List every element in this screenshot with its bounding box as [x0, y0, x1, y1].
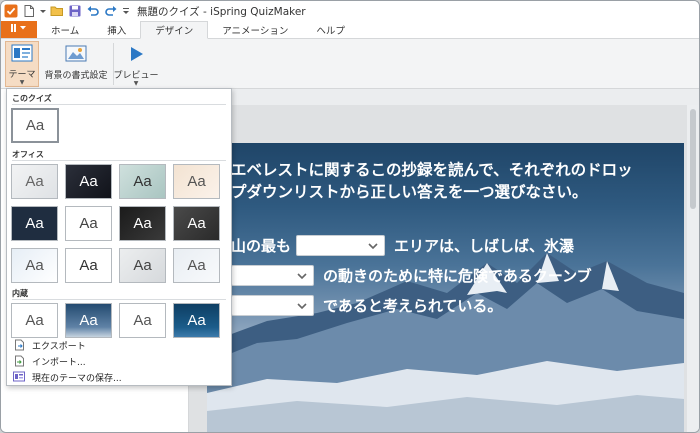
save-current-theme-label: 現在のテーマの保存... [32, 373, 122, 384]
theme-thumb-current[interactable]: Aa [11, 108, 59, 143]
sentence-line-1-prefix: 山の最も [231, 237, 292, 255]
sentence-line-1-suffix: エリアは、しばしば、氷瀑 [394, 237, 575, 255]
export-label: エクスポート [32, 341, 86, 352]
background-format-label: 背景の書式設定 [44, 71, 108, 81]
tab-design[interactable]: デザイン [140, 21, 209, 39]
theme-thumb-office-9[interactable]: Aa [11, 248, 58, 283]
theme-thumb-office-12[interactable]: Aa [173, 248, 220, 283]
tab-animation[interactable]: アニメーション [208, 21, 302, 38]
answer-dropdown-2[interactable] [231, 265, 314, 286]
background-format-icon [65, 43, 87, 65]
import-label: インポート... [32, 357, 86, 368]
save-current-theme-item[interactable]: 現在のテーマの保存... [11, 369, 229, 385]
export-icon [13, 339, 25, 351]
section-divider [12, 104, 226, 105]
chevron-down-icon [368, 243, 378, 250]
answer-dropdown-1[interactable] [296, 235, 385, 256]
theme-thumb-builtin-4[interactable]: Aa [173, 303, 220, 338]
theme-thumb-office-7[interactable]: Aa [119, 206, 166, 241]
theme-button[interactable]: テーマ ▼ [5, 41, 39, 87]
theme-thumb-builtin-3[interactable]: Aa [119, 303, 166, 338]
customize-qat-icon[interactable] [121, 3, 131, 19]
section-builtin: 内蔵 [12, 289, 28, 298]
new-file-icon[interactable] [21, 3, 37, 19]
preview-caret-icon: ▼ [133, 80, 139, 87]
file-tab[interactable] [1, 21, 37, 38]
question-text: エベレストに関するこの抄録を読んで、それぞれのドロッ プダウンリストから正しい答… [231, 159, 671, 203]
open-folder-icon[interactable] [49, 3, 65, 19]
chevron-down-icon [297, 303, 307, 310]
sentence-line-3-suffix: であると考えられている。 [323, 297, 503, 315]
theme-thumb-builtin-2[interactable]: Aa [65, 303, 112, 338]
preview-play-icon [125, 43, 147, 65]
file-menu-icon [11, 23, 27, 36]
redo-icon[interactable] [103, 3, 119, 19]
tab-insert[interactable]: 挿入 [93, 21, 140, 38]
section-divider [12, 299, 226, 300]
sentence-line-2-suffix: の動きのために特に危険であるクーンブ [323, 267, 592, 285]
export-theme-item[interactable]: エクスポート [11, 337, 229, 353]
section-divider [12, 160, 226, 161]
theme-thumb-office-6[interactable]: Aa [65, 206, 112, 241]
theme-thumb-office-10[interactable]: Aa [65, 248, 112, 283]
section-this-quiz: このクイズ [12, 94, 52, 103]
app-logo-icon[interactable] [3, 3, 19, 19]
theme-thumb-office-3[interactable]: Aa [119, 164, 166, 199]
theme-thumb-office-4[interactable]: Aa [173, 164, 220, 199]
theme-caret-icon: ▼ [19, 79, 25, 86]
theme-thumb-office-5[interactable]: Aa [11, 206, 58, 241]
tab-help[interactable]: ヘルプ [302, 21, 359, 38]
theme-thumb-office-8[interactable]: Aa [173, 206, 220, 241]
vertical-scrollbar[interactable] [687, 105, 699, 432]
ribbon: テーマ ▼ 背景の書式設定 プレビュー ▼ [1, 39, 699, 89]
theme-icon [11, 44, 33, 64]
window-title: 無題のクイズ - iSpring QuizMaker [137, 5, 306, 18]
save-icon[interactable] [67, 3, 83, 19]
theme-gallery-dropdown: このクイズ Aa オフィス Aa Aa Aa Aa Aa Aa Aa Aa Aa… [6, 88, 232, 386]
app-window: 無題のクイズ - iSpring QuizMaker ホーム 挿入 デザイン ア… [0, 0, 700, 433]
question-line-2: プダウンリストから正しい答えを一つ選びなさい。 [231, 183, 588, 201]
scrollbar-thumb[interactable] [690, 109, 696, 209]
undo-icon[interactable] [85, 3, 101, 19]
dropdown-arrow-icon[interactable] [39, 3, 47, 19]
background-format-button[interactable]: 背景の書式設定 [43, 41, 109, 87]
theme-thumb-office-1[interactable]: Aa [11, 164, 58, 199]
import-theme-item[interactable]: インポート... [11, 353, 229, 369]
question-line-1: エベレストに関するこの抄録を読んで、それぞれのドロッ [231, 161, 633, 179]
quick-access-toolbar [1, 1, 131, 21]
save-theme-icon [13, 371, 25, 383]
tab-home[interactable]: ホーム [37, 21, 93, 38]
theme-thumb-office-2[interactable]: Aa [65, 164, 112, 199]
ribbon-tabs: ホーム 挿入 デザイン アニメーション ヘルプ [1, 21, 699, 39]
section-office: オフィス [12, 150, 44, 159]
theme-thumb-office-11[interactable]: Aa [119, 248, 166, 283]
theme-thumb-builtin-1[interactable]: Aa [11, 303, 58, 338]
title-bar: 無題のクイズ - iSpring QuizMaker [1, 1, 699, 21]
chevron-down-icon [297, 273, 307, 280]
preview-button[interactable]: プレビュー ▼ [114, 41, 159, 87]
question-slide: エベレストに関するこの抄録を読んで、それぞれのドロッ プダウンリストから正しい答… [207, 143, 684, 432]
import-icon [13, 355, 25, 367]
answer-dropdown-3[interactable] [231, 295, 314, 316]
